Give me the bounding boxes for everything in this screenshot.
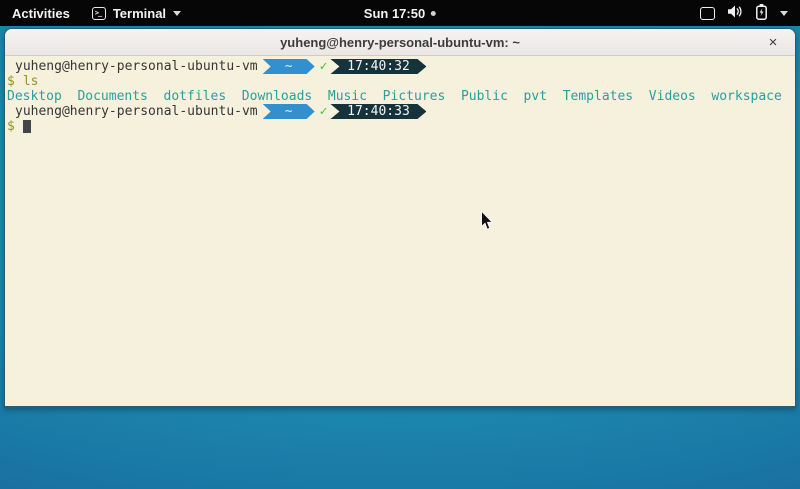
- command-line: $ ls: [7, 74, 795, 89]
- prompt-path-segment: ~: [263, 59, 315, 74]
- ls-output-line: Desktop Documents dotfiles Downloads Mus…: [7, 89, 795, 104]
- system-menu-button[interactable]: [690, 0, 800, 26]
- check-icon: ✓: [320, 59, 328, 74]
- terminal-icon: [92, 7, 106, 20]
- ls-output: Desktop Documents dotfiles Downloads Mus…: [7, 89, 782, 104]
- volume-icon: [728, 5, 743, 21]
- check-icon: ✓: [320, 104, 328, 119]
- battery-charging-icon: [756, 4, 767, 23]
- input-line[interactable]: $: [7, 119, 795, 134]
- prompt-path: ~: [285, 59, 293, 74]
- top-bar-left: Activities Terminal: [0, 0, 191, 26]
- activities-button[interactable]: Activities: [0, 0, 82, 26]
- clock-button[interactable]: Sun 17:50: [354, 0, 446, 26]
- chevron-down-icon: [780, 11, 788, 16]
- prompt-line-2: yuheng@henry-personal-ubuntu-vm ~ ✓ 17:4…: [7, 104, 795, 119]
- prompt-user: yuheng@henry-personal-ubuntu-vm: [7, 104, 258, 119]
- window-title: yuheng@henry-personal-ubuntu-vm: ~: [280, 35, 520, 50]
- chevron-down-icon: [173, 11, 181, 16]
- prompt-time: 17:40:32: [347, 59, 410, 74]
- prompt-time-segment: 17:40:32: [330, 59, 426, 74]
- app-menu-button[interactable]: Terminal: [82, 0, 191, 26]
- prompt-time-segment: 17:40:33: [330, 104, 426, 119]
- terminal-cursor: [23, 120, 31, 133]
- window-titlebar[interactable]: yuheng@henry-personal-ubuntu-vm: ~ ×: [5, 29, 795, 56]
- shell-symbol: $: [7, 119, 15, 134]
- terminal-window: yuheng@henry-personal-ubuntu-vm: ~ × yuh…: [4, 28, 796, 408]
- prompt-path: ~: [285, 104, 293, 119]
- app-menu-label: Terminal: [113, 6, 166, 21]
- close-button[interactable]: ×: [759, 29, 787, 55]
- shell-symbol: $: [7, 74, 15, 89]
- display-icon: [700, 7, 715, 20]
- prompt-line-1: yuheng@henry-personal-ubuntu-vm ~ ✓ 17:4…: [7, 59, 795, 74]
- prompt-time: 17:40:33: [347, 104, 410, 119]
- prompt-path-segment: ~: [263, 104, 315, 119]
- notification-dot-icon: [431, 11, 436, 16]
- command-text: ls: [23, 74, 39, 89]
- top-bar: Activities Terminal Sun 17:50: [0, 0, 800, 26]
- clock-label: Sun 17:50: [364, 6, 425, 21]
- terminal-screen[interactable]: yuheng@henry-personal-ubuntu-vm ~ ✓ 17:4…: [5, 56, 795, 406]
- prompt-user: yuheng@henry-personal-ubuntu-vm: [7, 59, 258, 74]
